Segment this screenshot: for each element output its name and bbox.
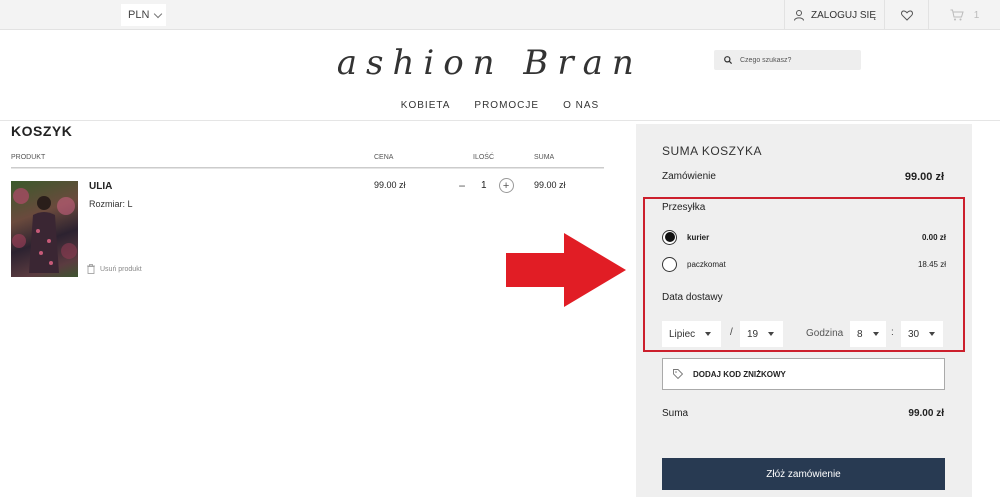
header-divider bbox=[0, 120, 1000, 121]
hour-label: Godzina bbox=[806, 328, 844, 339]
add-discount-code-button[interactable]: DODAJ KOD ZNIŻKOWY bbox=[662, 358, 945, 390]
dropdown-arrow-icon bbox=[929, 332, 936, 336]
nav-item-o-nas[interactable]: O NAS bbox=[563, 100, 599, 111]
cart-count: 1 bbox=[973, 9, 980, 21]
remove-product-button[interactable]: Usuń produkt bbox=[87, 264, 142, 274]
column-quantity: ILOŚĆ bbox=[473, 154, 495, 161]
page-title: KOSZYK bbox=[11, 123, 73, 139]
product-photo-graphic bbox=[12, 188, 77, 273]
total-label: Suma bbox=[662, 408, 689, 419]
currency-label: PLN bbox=[128, 9, 150, 21]
currency-select[interactable]: PLN bbox=[121, 4, 166, 26]
shipping-label: Przesyłka bbox=[662, 202, 706, 213]
brand-logo[interactable]: Fashion Brand bbox=[338, 36, 643, 86]
logo-text: Fashion Brand bbox=[338, 43, 643, 83]
product-size: Rozmiar: L bbox=[89, 199, 133, 209]
place-order-button[interactable]: Złóż zamówienie bbox=[662, 458, 945, 490]
order-label: Zamówienie bbox=[662, 171, 716, 182]
day-select[interactable]: 19 bbox=[740, 321, 783, 347]
time-separator: : bbox=[891, 327, 894, 338]
date-separator: / bbox=[730, 327, 733, 338]
shipping-option-kurier[interactable]: kurier 0.00 zł bbox=[662, 228, 946, 246]
column-price: CENA bbox=[374, 154, 394, 161]
dropdown-arrow-icon bbox=[872, 332, 879, 336]
column-product: PRODUKT bbox=[11, 154, 46, 161]
product-image[interactable] bbox=[11, 181, 78, 277]
search-box[interactable] bbox=[714, 50, 861, 70]
quantity-value: 1 bbox=[481, 180, 487, 191]
summary-title: SUMA KOSZYKA bbox=[662, 144, 763, 158]
tag-icon bbox=[673, 369, 683, 379]
product-price: 99.00 zł bbox=[374, 180, 406, 190]
product-name[interactable]: ULIA bbox=[89, 181, 112, 192]
column-sum: SUMA bbox=[534, 154, 555, 161]
shipping-option-price: 18.45 zł bbox=[917, 259, 946, 269]
cart-button[interactable]: 1 bbox=[928, 0, 1000, 30]
shipping-option-price: 0.00 zł bbox=[921, 232, 946, 242]
nav-item-kobieta[interactable]: KOBIETA bbox=[401, 100, 451, 111]
delivery-date-label: Data dostawy bbox=[662, 292, 723, 303]
increase-quantity-button[interactable]: + bbox=[498, 178, 514, 193]
chevron-down-icon bbox=[154, 9, 163, 18]
radio-paczkomat[interactable] bbox=[662, 256, 677, 272]
login-button[interactable]: ZALOGUJ SIĘ bbox=[784, 0, 884, 30]
top-bar: PLN ZALOGUJ SIĘ 1 bbox=[0, 0, 1000, 30]
hour-value: 8 bbox=[857, 328, 863, 340]
search-icon bbox=[724, 56, 732, 64]
main-nav: KOBIETA PROMOCJE O NAS bbox=[0, 100, 1000, 111]
month-value: Lipiec bbox=[669, 328, 696, 340]
decrease-quantity-button[interactable]: − bbox=[455, 179, 469, 193]
month-select[interactable]: Lipiec bbox=[662, 321, 721, 347]
shipping-option-name: kurier bbox=[687, 232, 710, 242]
dropdown-arrow-icon bbox=[705, 332, 712, 336]
row-divider bbox=[11, 168, 604, 169]
radio-kurier[interactable] bbox=[662, 229, 677, 245]
dropdown-arrow-icon bbox=[768, 332, 775, 336]
product-sum: 99.00 zł bbox=[534, 180, 566, 190]
search-input[interactable] bbox=[740, 56, 850, 64]
minute-select[interactable]: 30 bbox=[901, 321, 943, 347]
hour-select[interactable]: 8 bbox=[850, 321, 886, 347]
wishlist-button[interactable] bbox=[884, 0, 928, 30]
minute-value: 30 bbox=[908, 328, 920, 340]
discount-label: DODAJ KOD ZNIŻKOWY bbox=[693, 369, 786, 379]
highlight-arrow bbox=[506, 233, 626, 307]
heart-icon bbox=[900, 9, 913, 21]
cart-icon bbox=[950, 9, 964, 21]
quantity-stepper: − 1 + bbox=[455, 178, 514, 193]
login-label: ZALOGUJ SIĘ bbox=[810, 9, 876, 21]
cart-summary-panel: SUMA KOSZYKA Zamówienie 99.00 zł Przesył… bbox=[636, 124, 972, 497]
nav-item-promocje[interactable]: PROMOCJE bbox=[474, 100, 539, 111]
user-icon bbox=[793, 10, 804, 21]
remove-product-label: Usuń produkt bbox=[100, 265, 142, 273]
cart-table-header: PRODUKT CENA ILOŚĆ SUMA bbox=[11, 148, 604, 168]
order-value: 99.00 zł bbox=[904, 171, 944, 183]
day-value: 19 bbox=[747, 328, 759, 340]
top-right-actions: ZALOGUJ SIĘ 1 bbox=[784, 0, 1000, 30]
trash-icon bbox=[87, 264, 95, 274]
shipping-option-paczkomat[interactable]: paczkomat 18.45 zł bbox=[662, 255, 946, 273]
shipping-option-name: paczkomat bbox=[687, 259, 726, 269]
total-value: 99.00 zł bbox=[908, 408, 944, 419]
